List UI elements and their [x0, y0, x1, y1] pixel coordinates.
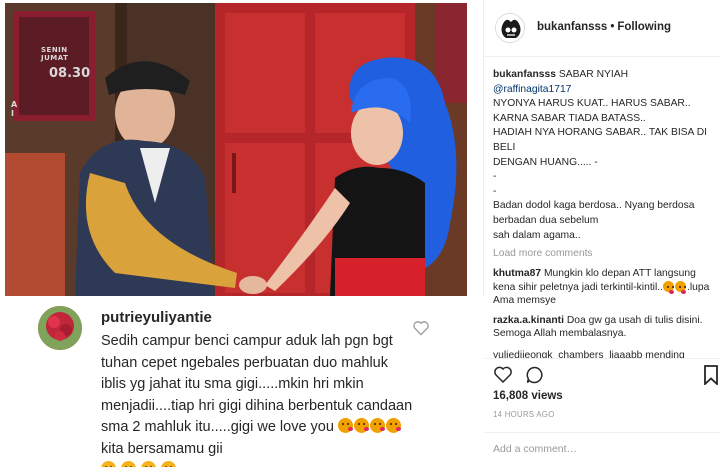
sad-emoji-icon [101, 461, 116, 467]
post-photo[interactable]: SENIN JUMAT 08.30 A I [5, 3, 467, 296]
caption-line: DENGAN HUANG..... - [493, 156, 598, 168]
add-comment-input[interactable] [493, 443, 703, 455]
header-separator: • [610, 21, 615, 33]
media-panel: SENIN JUMAT 08.30 A I putrieyuliyantie S… [0, 0, 484, 467]
author-username[interactable]: bukanfansss [537, 21, 607, 33]
post-caption: bukanfansss SABAR NYIAH @raffinagita1717… [493, 68, 715, 243]
header-line: bukanfansss • Following [537, 21, 671, 33]
caption-line: Badan dodol kaga berdosa.. Nyang berdosa… [493, 200, 695, 226]
kiss-emoji-icon [369, 418, 385, 433]
caption-line: HADIAH NYA HORANG SABAR.. TAK BISA DI BE… [493, 127, 708, 153]
photo-wall-side: A I [11, 100, 18, 118]
kiss-emoji-icon [385, 418, 401, 433]
cartoon-avatar-icon [496, 14, 524, 42]
author-avatar[interactable] [495, 13, 525, 43]
comment-avatar[interactable] [38, 306, 82, 350]
caption-line: - [493, 185, 497, 197]
comment-like-heart-icon[interactable] [412, 320, 430, 336]
clipped-comment: yuliedijeongk_chambers_liaaabb mending [493, 350, 685, 358]
post-details-panel: bukanfansss • Following bukanfansss SABAR … [485, 0, 720, 467]
caption-line: sah dalam agama.. [493, 229, 581, 241]
like-heart-icon[interactable] [493, 365, 513, 384]
view-count[interactable]: 16,808 views [493, 390, 563, 402]
blush-emoji-icon [353, 418, 369, 433]
blush-emoji-icon [337, 418, 353, 433]
add-comment-bar [485, 432, 720, 467]
caption-mention-link[interactable]: @raffinagita1717 [493, 83, 715, 98]
following-button[interactable]: Following [617, 21, 671, 33]
comment-author[interactable]: razka.a.kinanti [493, 315, 564, 326]
caption-line: - [493, 171, 497, 183]
caption-username[interactable]: bukanfansss [493, 69, 556, 80]
comment-text-tail: kita bersamamu gii [101, 440, 223, 457]
action-bar [485, 358, 720, 388]
comment-author[interactable]: khutma87 [493, 268, 541, 279]
photo-wall-time: 08.30 [49, 66, 91, 81]
list-item: khutma87 Mungkin klo depan ATT langsung … [493, 267, 715, 308]
comment-bubble-icon[interactable] [525, 365, 545, 385]
caption-title: SABAR NYIAH [558, 69, 629, 80]
sad-emoji-icon [121, 461, 137, 467]
comment-list: khutma87 Mungkin klo depan ATT langsung … [493, 267, 715, 347]
photo-wall-day: SENIN JUMAT [41, 46, 69, 62]
sad-emoji-icon [141, 461, 157, 467]
post-timestamp[interactable]: 14 HOURS AGO [493, 410, 555, 419]
grin-emoji-icon [674, 280, 686, 294]
comment-text: Sedih campur benci campur aduk lah pgn b… [101, 331, 413, 467]
list-item: razka.a.kinanti Doa gw ga usah di tulis … [493, 314, 715, 341]
sad-emoji-icon [161, 461, 177, 467]
photo-scene [5, 3, 467, 296]
rose-avatar-icon [38, 306, 82, 350]
caption-line: NYONYA HARUS KUAT.. HARUS SABAR.. [493, 98, 691, 110]
caption-line: KARNA SABAR TIADA BATASS.. [493, 112, 646, 124]
grin-emoji-icon [662, 280, 674, 294]
post-header: bukanfansss • Following [485, 0, 720, 57]
bookmark-icon[interactable] [703, 365, 719, 385]
load-more-comments-link[interactable]: Load more comments [493, 248, 593, 259]
comment-username[interactable]: putrieyuliyantie [101, 309, 212, 326]
